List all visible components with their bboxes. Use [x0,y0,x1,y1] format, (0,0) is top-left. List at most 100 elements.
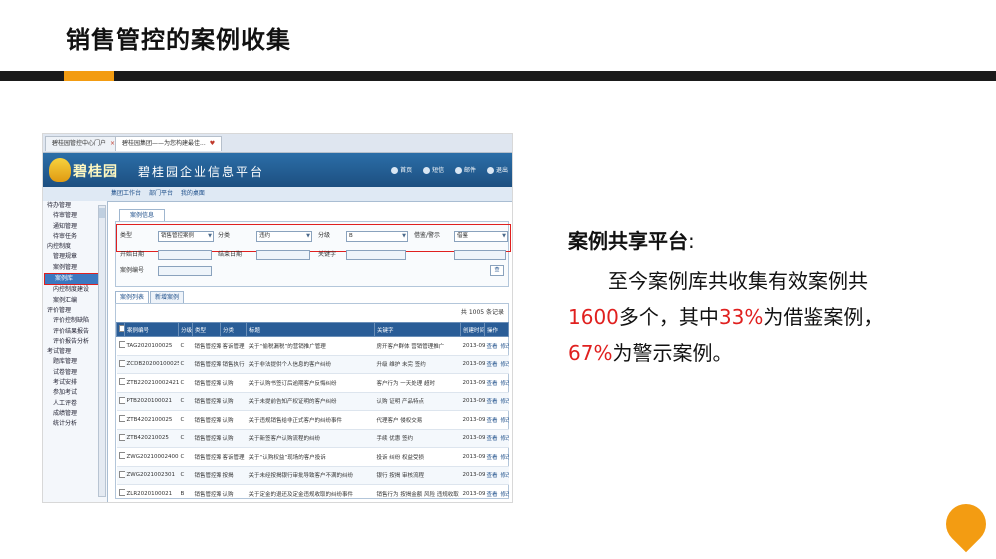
cell-date: 2013-09-30 [460,447,485,467]
cell-title[interactable]: 关于新签客户认购流程的纠纷 [246,429,375,448]
view-link[interactable]: 查看 [487,362,498,368]
app-title: 碧桂园企业信息平台 [138,165,265,179]
cell-case-no: ZCDB20200100025 [124,355,179,374]
subnav-item[interactable]: 我的桌面 [181,190,205,197]
column-header[interactable]: 操作 [484,322,509,337]
row-checkbox[interactable] [116,392,125,411]
view-link[interactable]: 查看 [487,473,498,479]
list-tabs: 案例列表 新增案例 [115,291,185,304]
case-no-input[interactable] [158,266,212,276]
cell-grade: B [178,484,193,502]
table-row[interactable]: TAG2020100025C销售管控案例客诉管理关于“偷税漏税”的营销推广管理房… [116,336,509,356]
row-checkbox[interactable] [116,484,125,502]
cell-type: 销售管控案例 [192,429,221,448]
row-checkbox[interactable] [116,429,125,448]
view-link[interactable]: 查看 [487,436,498,442]
edit-link[interactable]: 修改 [501,473,509,479]
cell-title[interactable]: 关于认购书签订后逾期客户反悔纠纷 [246,373,375,393]
edit-link[interactable]: 修改 [501,455,509,461]
category-select[interactable]: 违约 [256,231,312,242]
row-checkbox[interactable] [116,466,125,485]
edit-link[interactable]: 修改 [501,362,509,368]
start-date-input[interactable] [158,250,212,260]
row-checkbox[interactable] [116,336,125,356]
edit-link[interactable]: 修改 [501,344,509,350]
column-header[interactable]: 标题 [246,322,375,337]
row-checkbox[interactable] [116,410,125,430]
sidebar-item[interactable]: 案例库 [44,273,106,286]
cell-title[interactable]: 关于非法提供个人信息的客户纠纷 [246,355,375,374]
nature-select[interactable]: 借鉴 [454,231,508,242]
table-row[interactable]: ZTB4202100025C销售管控案例认购关于违规销售给非正式客户的纠纷事件代… [116,410,509,430]
table-row[interactable]: ZWG2021002301C销售管控案例按揭关于未经按揭银行审批导致客户不满的纠… [116,466,509,485]
info-line: 至今案例库共收集有效案例共 [608,269,868,293]
logout-icon [486,167,494,174]
view-link[interactable]: 查看 [487,344,498,350]
scroll-thumb[interactable] [99,208,105,218]
edit-link[interactable]: 修改 [501,492,509,498]
table-row[interactable]: ZCDB20200100025C销售管控案例销售执行关于非法提供个人信息的客户纠… [116,355,509,374]
edit-link[interactable]: 修改 [501,418,509,424]
view-link[interactable]: 查看 [487,399,498,405]
cell-type: 销售管控案例 [192,392,221,411]
subnav-item[interactable]: 部门平台 [149,190,173,197]
table-row[interactable]: ZTB420210025C销售管控案例认购关于新签客户认购流程的纠纷手续 优惠 … [116,429,509,448]
header-link-logout[interactable]: 退出 [486,167,508,174]
cell-type: 销售管控案例 [192,410,221,430]
message-icon [423,167,431,174]
case-table-panel: 共 1005 条记录 案例编号 分级 类型 分类 标题 关键字 创建时间 操作 … [115,303,509,502]
view-link[interactable]: 查看 [487,418,498,424]
column-header[interactable]: 分级 [178,322,193,337]
browser-tab[interactable]: 碧桂园管控中心门户 × [45,136,123,151]
cell-title[interactable]: 关于违规销售给非正式客户的纠纷事件 [246,410,375,430]
subnav-item[interactable]: 集团工作台 [111,190,141,197]
search-button[interactable]: 查 [490,265,504,276]
cell-title[interactable]: 关于定金的退还及定金违规收取的纠纷事件 [246,484,375,502]
view-link[interactable]: 查看 [487,381,498,387]
cell-case-no: ZTB420210025 [124,429,179,448]
cell-grade: C [178,466,193,485]
grade-select[interactable]: B [346,231,408,242]
cell-category: 认购 [220,373,247,393]
cell-title[interactable]: 关于“偷税漏税”的营销推广管理 [246,336,375,356]
table-row[interactable]: ZWG202100024001C销售管控案例客诉管理关于“认购权益”现场的客户投… [116,447,509,467]
column-header[interactable]: 案例编号 [124,322,179,337]
cell-title[interactable]: 关于“认购权益”现场的客户投诉 [246,447,375,467]
row-checkbox[interactable] [116,355,125,374]
column-header[interactable]: 类型 [192,322,221,337]
cell-date: 2013-09-30 [460,392,485,411]
cell-type: 销售管控案例 [192,336,221,356]
view-link[interactable]: 查看 [487,492,498,498]
select-all-checkbox[interactable] [116,322,125,337]
edit-link[interactable]: 修改 [501,399,509,405]
cell-grade: C [178,355,193,374]
cell-category: 认购 [220,392,247,411]
row-checkbox[interactable] [116,447,125,467]
end-date-input[interactable] [256,250,310,260]
cell-title[interactable]: 关于未提前告知产权证明的客户纠纷 [246,392,375,411]
header-link-home[interactable]: 首页 [391,167,412,174]
edit-link[interactable]: 修改 [501,381,509,387]
edit-link[interactable]: 修改 [501,436,509,442]
column-header[interactable]: 创建时间 [460,322,485,337]
keyword-input[interactable] [346,250,406,260]
table-row[interactable]: ZLR2020100021B销售管控案例认购关于定金的退还及定金违规收取的纠纷事… [116,484,509,502]
browser-tab-active[interactable]: 碧桂园集团——为您构建最佳... ♥ [115,136,223,151]
cell-category: 按揭 [220,466,247,485]
sidebar-scrollbar[interactable] [98,205,106,497]
cell-title[interactable]: 关于未经按揭银行审批导致客户不满的纠纷 [246,466,375,485]
extra-input[interactable] [454,250,506,260]
cell-keyword: 房开客户群体 营销管理推广 [374,336,461,356]
row-checkbox[interactable] [116,373,125,393]
info-line: 1600多个，其中33%为借鉴案例， [568,305,884,329]
table-row[interactable]: PTB2020100021C销售管控案例认购关于未提前告知产权证明的客户纠纷认购… [116,392,509,411]
column-header[interactable]: 分类 [220,322,247,337]
cell-grade: C [178,373,193,393]
column-header[interactable]: 关键字 [374,322,461,337]
header-link-sms[interactable]: 短信 [423,167,444,174]
view-link[interactable]: 查看 [487,455,498,461]
table-row[interactable]: ZTB220210002421C销售管控案例认购关于认购书签订后逾期客户反悔纠纷… [116,373,509,393]
cell-case-no: ZLR2020100021 [124,484,179,502]
header-link-mail[interactable]: 邮件 [455,167,476,174]
type-select[interactable]: 销售管控案例 [158,231,214,242]
